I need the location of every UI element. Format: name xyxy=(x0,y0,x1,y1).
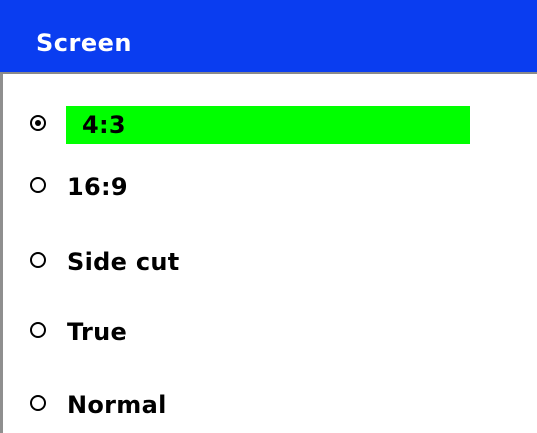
radio-unselected-icon[interactable] xyxy=(30,395,46,411)
option-true[interactable]: True xyxy=(30,313,450,351)
radio-unselected-icon[interactable] xyxy=(30,322,46,338)
option-4-3[interactable]: 4:3 xyxy=(30,106,470,144)
option-normal[interactable]: Normal xyxy=(30,386,450,424)
option-label: Side cut xyxy=(67,248,180,276)
option-side-cut[interactable]: Side cut xyxy=(30,243,450,281)
selection-highlight xyxy=(66,106,470,144)
radio-unselected-icon[interactable] xyxy=(30,177,46,193)
option-16-9[interactable]: 16:9 xyxy=(30,168,450,206)
title-bar: Screen xyxy=(0,0,537,72)
option-label: Normal xyxy=(67,391,167,419)
option-label: True xyxy=(67,318,128,346)
menu-title: Screen xyxy=(36,29,132,57)
option-label: 16:9 xyxy=(67,173,128,201)
title-divider xyxy=(0,72,537,74)
radio-unselected-icon[interactable] xyxy=(30,252,46,268)
radio-selected-icon[interactable] xyxy=(30,115,46,131)
menu-left-border xyxy=(0,74,3,433)
option-label: 4:3 xyxy=(82,111,126,139)
